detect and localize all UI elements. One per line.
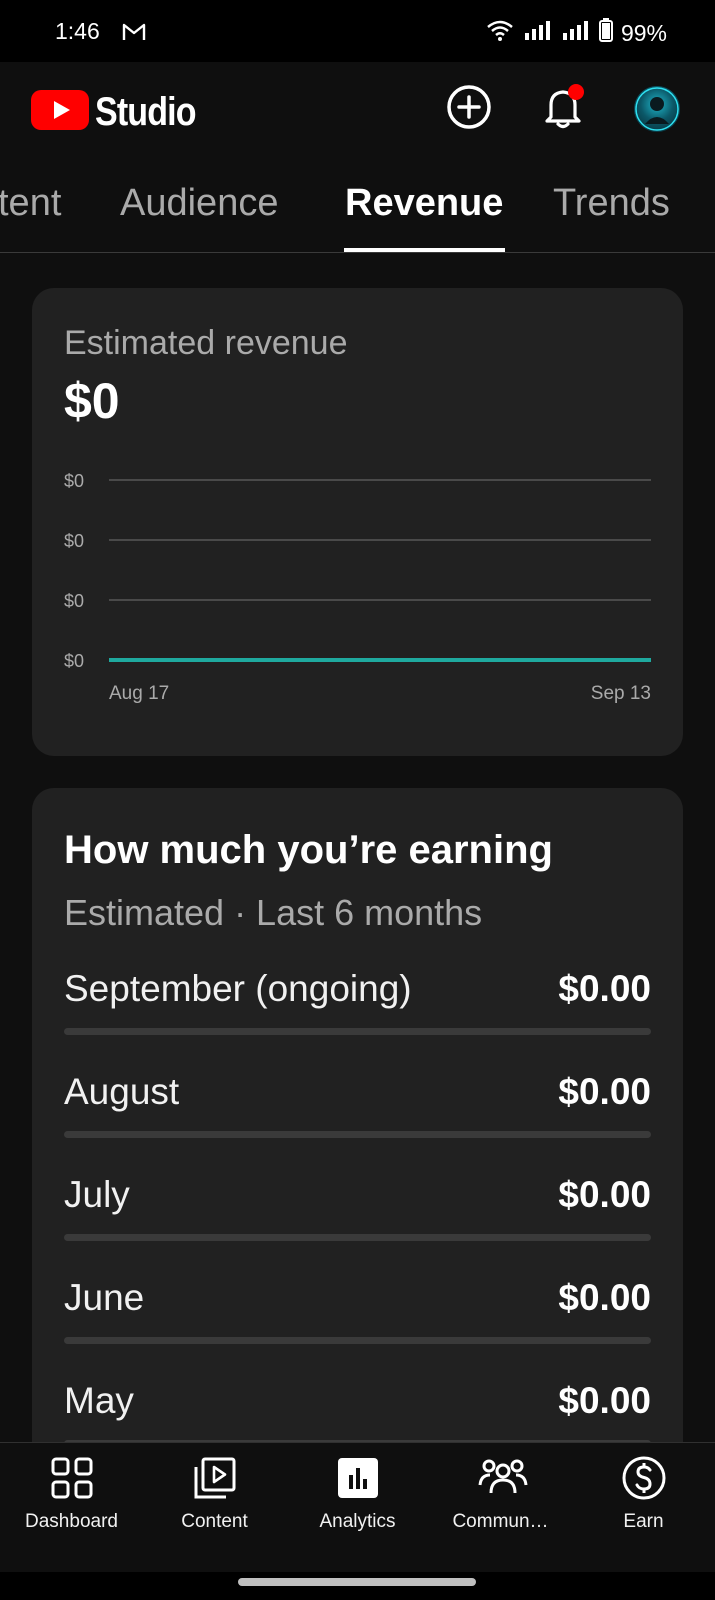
estimated-revenue-card[interactable]: Estimated revenue $0 $0 $0 $0 $0 Aug 17 Sep 1…	[32, 288, 683, 756]
month-row: August $0.00	[64, 1071, 651, 1174]
app-header: Studio	[0, 62, 715, 160]
month-name: August	[64, 1071, 180, 1112]
y-tick-label: $0	[64, 591, 84, 611]
add-circle-icon	[446, 84, 492, 135]
avatar[interactable]	[634, 86, 680, 132]
earnings-subtitle: Estimated · Last 6 months	[64, 892, 483, 933]
gmail-icon	[122, 22, 146, 47]
community-icon	[478, 1455, 527, 1501]
nav-analytics[interactable]: Analytics	[286, 1443, 429, 1543]
nav-label: Analytics	[319, 1511, 396, 1532]
tab-revenue[interactable]: Revenue	[345, 182, 503, 225]
month-name: June	[64, 1277, 145, 1318]
month-name: May	[64, 1380, 134, 1421]
create-button[interactable]	[444, 84, 494, 134]
y-tick-label: $0	[64, 651, 84, 671]
nav-label: Commun…	[452, 1511, 549, 1532]
month-row: June $0.00	[64, 1277, 651, 1380]
status-bar: 1:46 99%	[0, 0, 715, 62]
wifi-icon	[485, 18, 515, 48]
earnings-title: How much you’re earning	[64, 828, 553, 872]
earnings-card: How much you’re earning Estimated · Last…	[32, 788, 683, 1488]
signal-icon	[561, 19, 591, 47]
active-tab-indicator	[344, 248, 505, 252]
nav-content[interactable]: Content	[143, 1443, 286, 1543]
bell-icon	[541, 83, 587, 136]
month-row: September (ongoing) $0.00	[64, 968, 651, 1071]
month-value: $0.00	[558, 1174, 651, 1215]
nav-label: Dashboard	[25, 1511, 118, 1532]
dashboard-icon	[49, 1455, 95, 1501]
month-value: $0.00	[558, 1071, 651, 1112]
month-value: $0.00	[558, 1277, 651, 1318]
month-value: $0.00	[558, 1380, 651, 1421]
y-tick-label: $0	[64, 471, 84, 491]
month-progress-bar	[64, 1234, 651, 1241]
youtube-studio-logo[interactable]: Studio	[31, 90, 213, 135]
x-tick-label: Sep 13	[591, 683, 651, 704]
tab-trends[interactable]: Trends	[553, 182, 670, 225]
nav-dashboard[interactable]: Dashboard	[0, 1443, 143, 1543]
analytics-icon	[335, 1455, 381, 1501]
card-title: Estimated revenue	[64, 324, 348, 362]
nav-community[interactable]: Commun…	[429, 1443, 572, 1543]
notifications-button[interactable]	[539, 83, 589, 136]
tab-content[interactable]: tent	[0, 182, 61, 225]
signal-icon	[523, 19, 553, 47]
month-progress-bar	[64, 1028, 651, 1035]
content-icon	[192, 1455, 238, 1501]
nav-label: Content	[181, 1511, 248, 1532]
y-tick-label: $0	[64, 531, 84, 551]
nav-label: Earn	[623, 1511, 664, 1532]
gesture-handle[interactable]	[238, 1578, 476, 1586]
status-time: 1:46	[55, 18, 100, 44]
analytics-tabs: tent Audience Revenue Trends	[0, 160, 715, 253]
youtube-logo-icon	[31, 90, 89, 135]
app-name: Studio	[95, 90, 197, 134]
bottom-nav: Dashboard Content Analytics Commun… Earn	[0, 1442, 715, 1573]
month-name: July	[64, 1174, 130, 1215]
battery-icon	[598, 18, 613, 48]
x-tick-label: Aug 17	[109, 683, 169, 704]
month-row: July $0.00	[64, 1174, 651, 1277]
avatar-image	[635, 87, 679, 131]
revenue-chart: $0 $0 $0 $0 Aug 17 Sep 13	[64, 471, 651, 704]
battery-level: 99%	[620, 19, 667, 46]
status-icons: 99%	[485, 18, 667, 48]
nav-earn[interactable]: Earn	[572, 1443, 715, 1543]
revenue-value: $0	[64, 373, 120, 429]
month-progress-bar	[64, 1131, 651, 1138]
month-progress-bar	[64, 1337, 651, 1344]
earn-icon	[621, 1455, 667, 1501]
month-value: $0.00	[558, 968, 651, 1009]
gesture-area	[0, 1572, 715, 1600]
tab-audience[interactable]: Audience	[120, 182, 278, 225]
month-name: September (ongoing)	[64, 968, 412, 1009]
